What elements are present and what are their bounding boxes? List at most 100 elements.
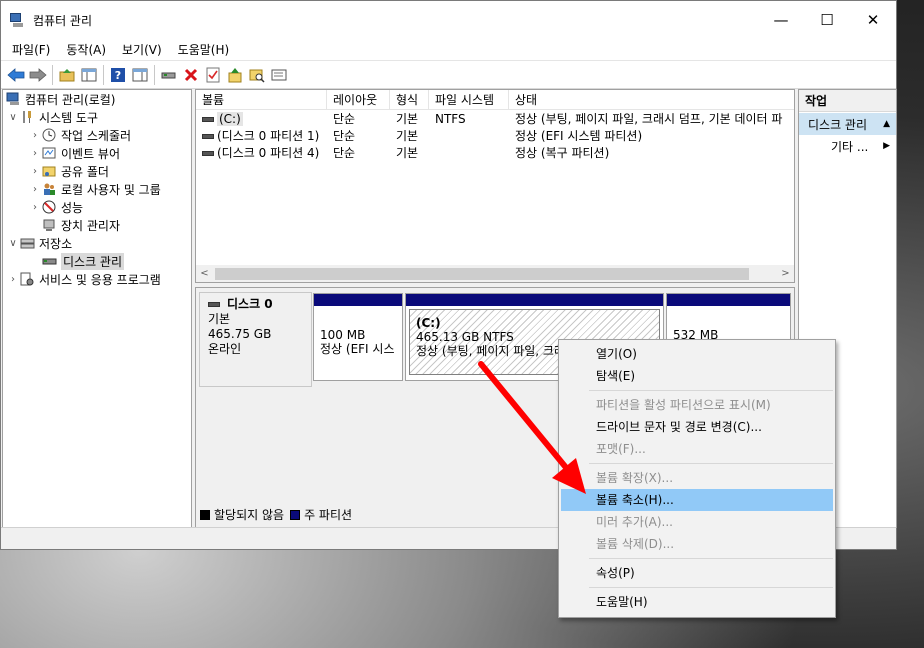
show-hide-tree-icon[interactable]	[78, 64, 100, 86]
column-header-filesystem[interactable]: 파일 시스템	[429, 90, 509, 110]
partition-size: 100 MB	[320, 328, 366, 342]
menu-item-change-drive-letter[interactable]: 드라이브 문자 및 경로 변경(C)...	[561, 416, 833, 438]
menu-help[interactable]: 도움말(H)	[170, 41, 238, 58]
actions-disk-management[interactable]: 디스크 관리 ▲	[799, 113, 896, 135]
menu-item-explore[interactable]: 탐색(E)	[561, 365, 833, 387]
clock-icon	[41, 127, 57, 143]
tree-item-device-manager[interactable]: 장치 관리자	[3, 216, 191, 234]
tree-label-event-viewer: 이벤트 뷰어	[61, 146, 121, 161]
menu-item-help[interactable]: 도움말(H)	[561, 591, 833, 613]
actions-more[interactable]: 기타 ... ▶	[799, 135, 896, 157]
users-icon	[41, 181, 57, 197]
properties-pane-icon[interactable]	[129, 64, 151, 86]
table-row[interactable]: (디스크 0 파티션 1) 단순 기본 정상 (EFI 시스템 파티션)	[196, 127, 794, 144]
collapse-up-icon[interactable]: ▲	[883, 119, 890, 129]
table-row[interactable]: (C:) 단순 기본 NTFS 정상 (부팅, 페이지 파일, 크래시 덤프, …	[196, 110, 794, 127]
tree-item-storage[interactable]: ∨ 저장소	[3, 234, 191, 252]
menu-separator	[589, 587, 833, 588]
search-folder-icon[interactable]	[246, 64, 268, 86]
tree-item-disk-management[interactable]: 디스크 관리	[3, 252, 191, 270]
volume-layout: 단순	[333, 129, 356, 143]
export-icon[interactable]	[224, 64, 246, 86]
context-menu: 열기(O) 탐색(E) 파티션을 활성 파티션으로 표시(M) 드라이브 문자 …	[558, 339, 836, 618]
tree-item-performance[interactable]: › 성능	[3, 198, 191, 216]
table-row[interactable]: (디스크 0 파티션 4) 단순 기본 정상 (복구 파티션)	[196, 144, 794, 161]
computer-management-icon	[10, 12, 26, 28]
tree-item-shared-folders[interactable]: › 공유 폴더	[3, 162, 191, 180]
tree-item-system-tools[interactable]: ∨ 시스템 도구	[3, 108, 191, 126]
menu-item-shrink-volume[interactable]: 볼륨 축소(H)...	[561, 489, 833, 511]
legend-swatch-primary	[290, 509, 301, 520]
volume-name: (C:)	[217, 111, 243, 126]
tree-label-storage: 저장소	[39, 236, 73, 251]
toolbar: ?	[1, 61, 896, 89]
tree-label-task-scheduler: 작업 스케줄러	[61, 128, 132, 143]
console-icon[interactable]	[268, 64, 290, 86]
tree-label-disk-management: 디스크 관리	[61, 252, 125, 270]
tree-item-root[interactable]: 컴퓨터 관리(로컬)	[3, 90, 191, 108]
back-arrow-icon[interactable]	[5, 64, 27, 86]
scroll-right-icon[interactable]: >	[777, 268, 794, 279]
tree-item-services[interactable]: › 서비스 및 응용 프로그램	[3, 270, 191, 288]
partition-status: 정상 (EFI 시스	[320, 342, 395, 356]
tree-item-local-users[interactable]: › 로컬 사용자 및 그룹	[3, 180, 191, 198]
checklist-icon[interactable]	[202, 64, 224, 86]
tree-label-system-tools: 시스템 도구	[39, 110, 99, 125]
menu-file[interactable]: 파일(F)	[4, 41, 58, 58]
volume-type: 기본	[396, 129, 419, 143]
disk-size: 465.75 GB	[208, 327, 272, 341]
navigation-tree: 컴퓨터 관리(로컬) ∨ 시스템 도구 › 작업 스케줄러 › 이벤트 뷰어 ›…	[2, 89, 192, 528]
disk-info[interactable]: 디스크 0 기본 465.75 GB 온라인	[199, 292, 312, 387]
window-title: 컴퓨터 관리	[33, 13, 93, 28]
tools-icon	[19, 109, 35, 125]
tree-item-task-scheduler[interactable]: › 작업 스케줄러	[3, 126, 191, 144]
maximize-button[interactable]: ☐	[804, 1, 850, 39]
menu-item-extend-volume[interactable]: 볼륨 확장(X)...	[561, 467, 833, 489]
menu-separator	[589, 558, 833, 559]
column-header-layout[interactable]: 레이아웃	[327, 90, 390, 110]
tree-item-event-viewer[interactable]: › 이벤트 뷰어	[3, 144, 191, 162]
volume-filesystem: NTFS	[435, 111, 466, 126]
menu-item-delete-volume[interactable]: 볼륨 삭제(D)...	[561, 533, 833, 555]
chevron-right-icon[interactable]: ›	[29, 148, 41, 159]
menu-item-properties[interactable]: 속성(P)	[561, 562, 833, 584]
tree-label-shared-folders: 공유 폴더	[61, 164, 109, 179]
horizontal-scrollbar[interactable]: < >	[196, 265, 794, 282]
chevron-down-icon[interactable]: ∨	[7, 112, 19, 123]
disk-type: 기본	[208, 312, 231, 326]
actions-head-label: 디스크 관리	[808, 117, 868, 132]
chevron-right-icon[interactable]: ›	[29, 166, 41, 177]
chevron-right-icon[interactable]: ›	[29, 130, 41, 141]
scrollbar-thumb[interactable]	[215, 267, 749, 280]
menu-view[interactable]: 보기(V)	[114, 41, 170, 58]
delete-icon[interactable]	[180, 64, 202, 86]
menu-item-open[interactable]: 열기(O)	[561, 343, 833, 365]
volume-name: (디스크 0 파티션 4)	[217, 146, 320, 160]
column-header-volume[interactable]: 볼륨	[196, 90, 327, 110]
menu-item-mark-active[interactable]: 파티션을 활성 파티션으로 표시(M)	[561, 394, 833, 416]
chevron-right-icon[interactable]: ›	[7, 274, 19, 285]
actions-title: 작업	[799, 90, 896, 112]
forward-arrow-icon[interactable]	[27, 64, 49, 86]
volume-status: 정상 (부팅, 페이지 파일, 크래시 덤프, 기본 데이터 파	[515, 112, 783, 126]
chevron-down-icon[interactable]: ∨	[7, 238, 19, 249]
chevron-right-icon[interactable]: ›	[29, 184, 41, 195]
menu-item-format[interactable]: 포맷(F)...	[561, 438, 833, 460]
legend-primary: 주 파티션	[304, 508, 353, 522]
menu-action[interactable]: 동작(A)	[58, 41, 114, 58]
column-header-status[interactable]: 상태	[509, 90, 794, 110]
connect-icon[interactable]	[158, 64, 180, 86]
title-bar[interactable]: 컴퓨터 관리 — ☐ ✕	[1, 1, 896, 39]
menu-item-add-mirror[interactable]: 미러 추가(A)...	[561, 511, 833, 533]
close-button[interactable]: ✕	[850, 1, 896, 39]
tree-label-performance: 성능	[61, 200, 84, 215]
minimize-button[interactable]: —	[758, 1, 804, 39]
partition-efi[interactable]: 100 MB 정상 (EFI 시스	[313, 293, 403, 381]
scroll-left-icon[interactable]: <	[196, 268, 213, 279]
chevron-right-icon[interactable]: ›	[29, 202, 41, 213]
storage-icon	[19, 235, 35, 251]
legend: 할당되지 않음 주 파티션	[200, 506, 352, 523]
up-folder-icon[interactable]	[56, 64, 78, 86]
help-icon[interactable]: ?	[107, 64, 129, 86]
column-header-type[interactable]: 형식	[390, 90, 429, 110]
